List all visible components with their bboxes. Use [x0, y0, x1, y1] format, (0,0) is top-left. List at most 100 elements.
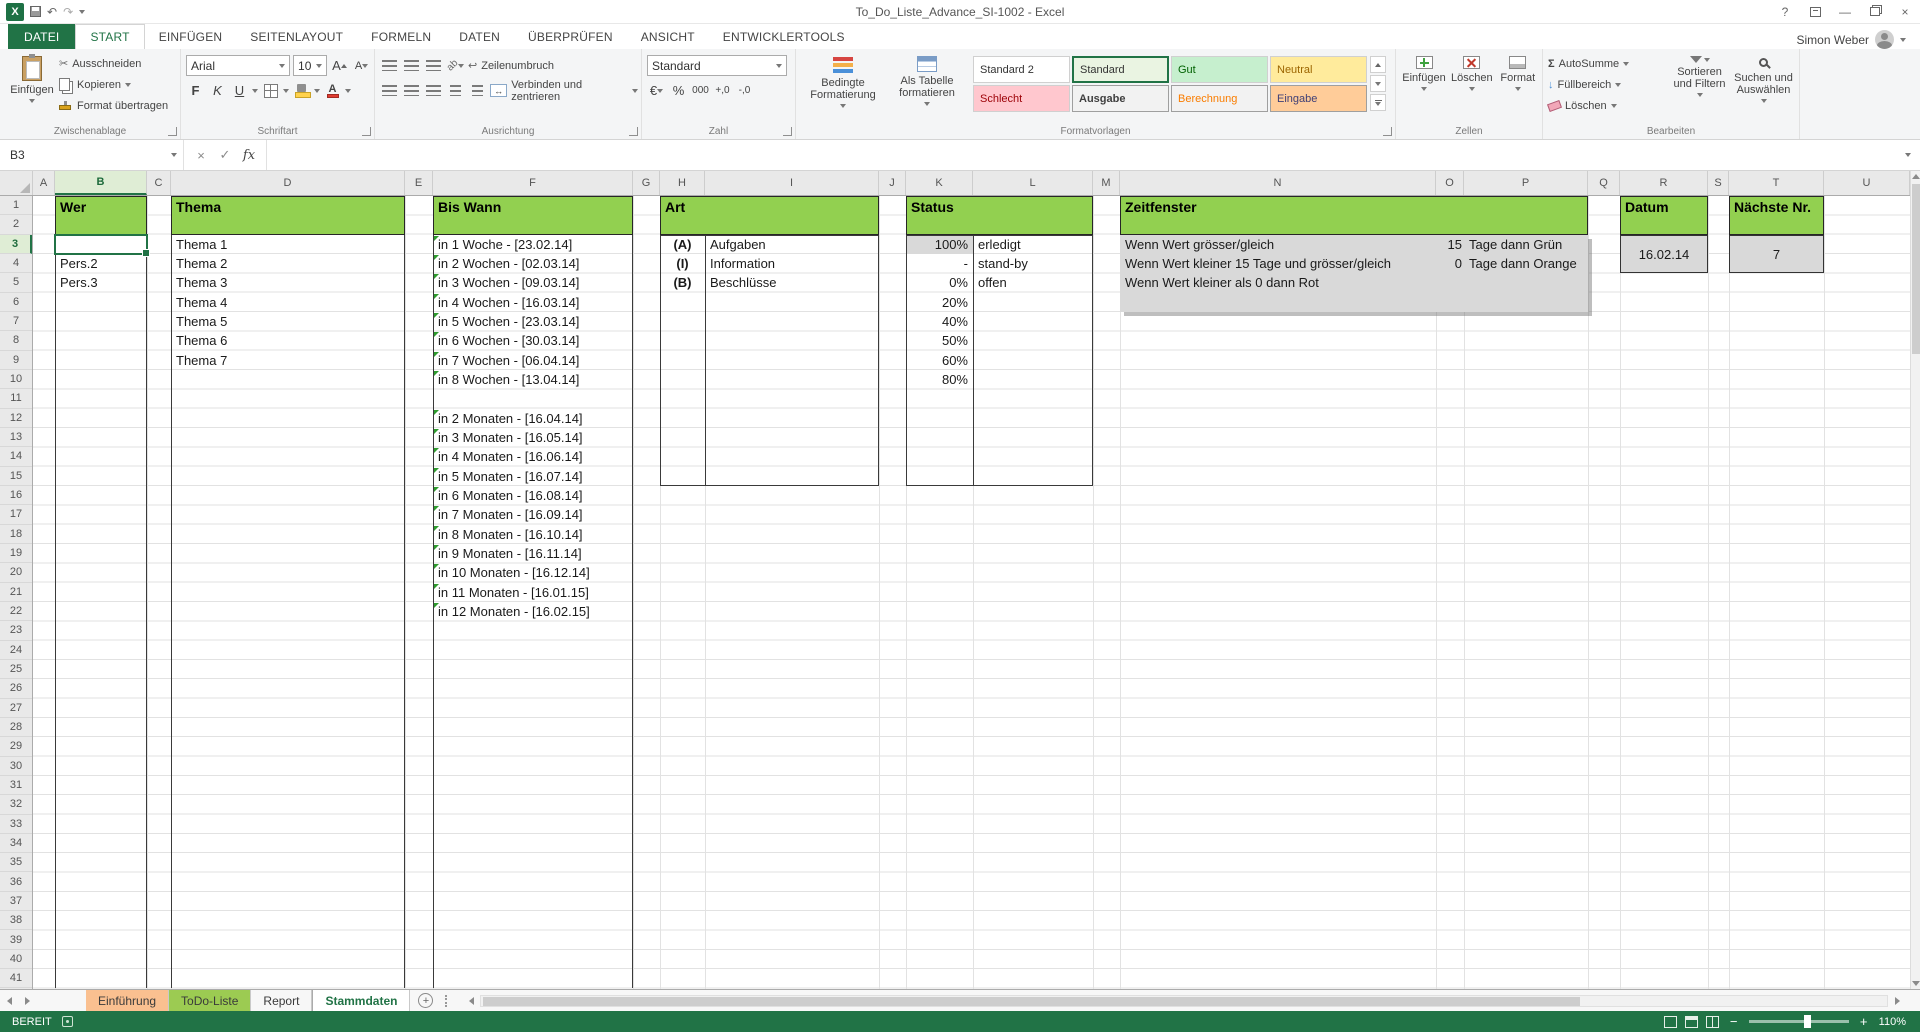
row-header[interactable]: 25 [0, 660, 32, 679]
cell-status-pct[interactable]: 50% [906, 331, 973, 350]
row-header[interactable]: 22 [0, 602, 32, 621]
conditional-formatting-button[interactable]: Bedingte Formatierung [801, 53, 885, 123]
tab-start[interactable]: START [75, 24, 144, 49]
header-wer[interactable]: Wer [55, 196, 147, 235]
cell-thema[interactable]: Thema 4 [171, 293, 405, 312]
art-row[interactable]: (I) Information [660, 254, 879, 273]
increase-decimal-button[interactable]: +,0 [713, 81, 732, 101]
minimize-icon[interactable]: — [1830, 0, 1860, 23]
cell-status-pct[interactable]: - [906, 254, 973, 273]
shrink-font-button[interactable]: A [352, 56, 371, 76]
merge-center-button[interactable]: ↔Verbinden und zentrieren [490, 80, 638, 101]
col-header-b[interactable]: B [55, 171, 147, 195]
cell-biswann[interactable]: in 12 Monaten - [16.02.15] [433, 602, 633, 621]
header-thema[interactable]: Thema [171, 196, 405, 235]
row-header[interactable]: 13 [0, 428, 32, 447]
increase-indent-button[interactable] [468, 81, 487, 101]
cell-art-code[interactable]: (B) [660, 273, 705, 292]
cell-biswann[interactable]: in 8 Monaten - [16.10.14] [433, 525, 633, 544]
style-eingabe[interactable]: Eingabe [1270, 85, 1367, 112]
grow-font-button[interactable]: A [330, 56, 349, 76]
cell-zeitfenster-value[interactable] [1436, 273, 1464, 292]
style-neutral[interactable]: Neutral [1270, 56, 1367, 83]
gallery-more-icon[interactable] [1370, 94, 1386, 111]
zeitfenster-row[interactable]: Wenn Wert kleiner 15 Tage und grösser/gl… [1120, 254, 1588, 273]
cell-status-pct[interactable]: 40% [906, 312, 973, 331]
horizontal-scrollbar[interactable] [462, 990, 1906, 1011]
row-header[interactable]: 31 [0, 776, 32, 795]
style-ausgabe[interactable]: Ausgabe [1072, 85, 1169, 112]
autosum-button[interactable]: ΣAutoSumme [1548, 53, 1668, 74]
borders-button[interactable] [261, 81, 280, 101]
col-header-e[interactable]: E [405, 171, 433, 195]
vertical-scrollbar[interactable] [1910, 171, 1920, 989]
row-header[interactable]: 12 [0, 409, 32, 428]
col-header-s[interactable]: S [1708, 171, 1729, 195]
page-layout-view-icon[interactable] [1685, 1016, 1698, 1028]
row-header[interactable]: 23 [0, 621, 32, 640]
row-header[interactable]: 37 [0, 892, 32, 911]
cell-biswann[interactable]: in 1 Woche - [23.02.14] [433, 235, 633, 254]
col-header-m[interactable]: M [1093, 171, 1120, 195]
hscroll-left-icon[interactable] [462, 997, 480, 1005]
cell-thema[interactable]: Thema 7 [171, 351, 405, 370]
font-name-select[interactable]: Arial [186, 55, 290, 76]
format-as-table-button[interactable]: Als Tabelle formatieren [885, 53, 969, 123]
tab-scrollbar-splitter[interactable] [445, 995, 450, 1007]
row-header[interactable]: 30 [0, 757, 32, 776]
sheet-tab-report[interactable]: Report [251, 990, 312, 1011]
sheet-tab-todo-liste[interactable]: ToDo-Liste [169, 990, 251, 1011]
cell-biswann[interactable]: in 8 Wochen - [13.04.14] [433, 370, 633, 389]
cell-status-pct[interactable]: 0% [906, 273, 973, 292]
redo-icon[interactable]: ↷ [63, 6, 73, 18]
cell-biswann[interactable]: in 2 Monaten - [16.04.14] [433, 409, 633, 428]
formula-bar-expand-icon[interactable] [1896, 140, 1920, 170]
cell-biswann[interactable]: in 3 Wochen - [09.03.14] [433, 273, 633, 292]
cell-zeitfenster-rule[interactable]: Wenn Wert kleiner als 0 dann Rot [1120, 273, 1436, 292]
row-header[interactable]: 7 [0, 312, 32, 331]
cell-status-pct[interactable]: 20% [906, 293, 973, 312]
normal-view-icon[interactable] [1664, 1016, 1677, 1028]
row-header[interactable]: 38 [0, 911, 32, 930]
fill-color-chevron-icon[interactable] [314, 89, 320, 93]
comma-style-button[interactable]: 000 [691, 81, 710, 101]
borders-chevron-icon[interactable] [283, 89, 289, 93]
clear-button[interactable]: Löschen [1548, 95, 1668, 116]
zwischenablage-dialog-launcher-icon[interactable] [168, 127, 177, 136]
cell-art-label[interactable]: Aufgaben [705, 235, 766, 254]
row-header[interactable]: 17 [0, 505, 32, 524]
insert-cells-button[interactable]: Einfügen [1401, 53, 1447, 123]
sheet-nav-right-icon[interactable] [18, 990, 36, 1011]
align-middle-button[interactable] [402, 56, 421, 76]
decrease-indent-button[interactable] [446, 81, 465, 101]
tab-formeln[interactable]: FORMELN [357, 24, 445, 49]
col-header-u[interactable]: U [1824, 171, 1910, 195]
zeitfenster-row[interactable]: Wenn Wert kleiner als 0 dann Rot [1120, 273, 1588, 292]
paste-button[interactable]: Einfügen [5, 53, 59, 123]
name-box[interactable]: B3 [0, 140, 184, 170]
zeitfenster-row[interactable]: Wenn Wert grösser/gleich 15 Tage dann Gr… [1120, 235, 1588, 254]
add-sheet-button[interactable]: + [418, 993, 433, 1008]
col-header-i[interactable]: I [705, 171, 879, 195]
scroll-down-icon[interactable] [1912, 981, 1920, 986]
fill-color-button[interactable] [292, 81, 311, 101]
cell-biswann[interactable]: in 3 Monaten - [16.05.14] [433, 428, 633, 447]
cell-zeitfenster-suffix[interactable]: Tage dann Orange [1464, 254, 1588, 273]
col-header-a[interactable]: A [33, 171, 55, 195]
col-header-o[interactable]: O [1436, 171, 1464, 195]
font-color-chevron-icon[interactable] [345, 89, 351, 93]
formula-enter-icon[interactable]: ✓ [214, 144, 236, 166]
formula-cancel-icon[interactable]: × [190, 144, 212, 166]
tab-datei[interactable]: DATEI [8, 24, 75, 49]
vertical-scrollbar-thumb[interactable] [1912, 184, 1920, 354]
wrap-text-button[interactable]: ↩Zeilenumbruch [468, 55, 554, 76]
cell-status-pct[interactable]: 100% [906, 235, 973, 254]
col-header-d[interactable]: D [171, 171, 405, 195]
row-header[interactable]: 21 [0, 583, 32, 602]
cell-thema[interactable]: Thema 1 [171, 235, 405, 254]
cell-art-label[interactable]: Information [705, 254, 775, 273]
col-header-l[interactable]: L [973, 171, 1093, 195]
style-standard[interactable]: Standard [1072, 56, 1169, 83]
select-all-corner[interactable] [0, 171, 33, 195]
align-bottom-button[interactable] [424, 56, 443, 76]
